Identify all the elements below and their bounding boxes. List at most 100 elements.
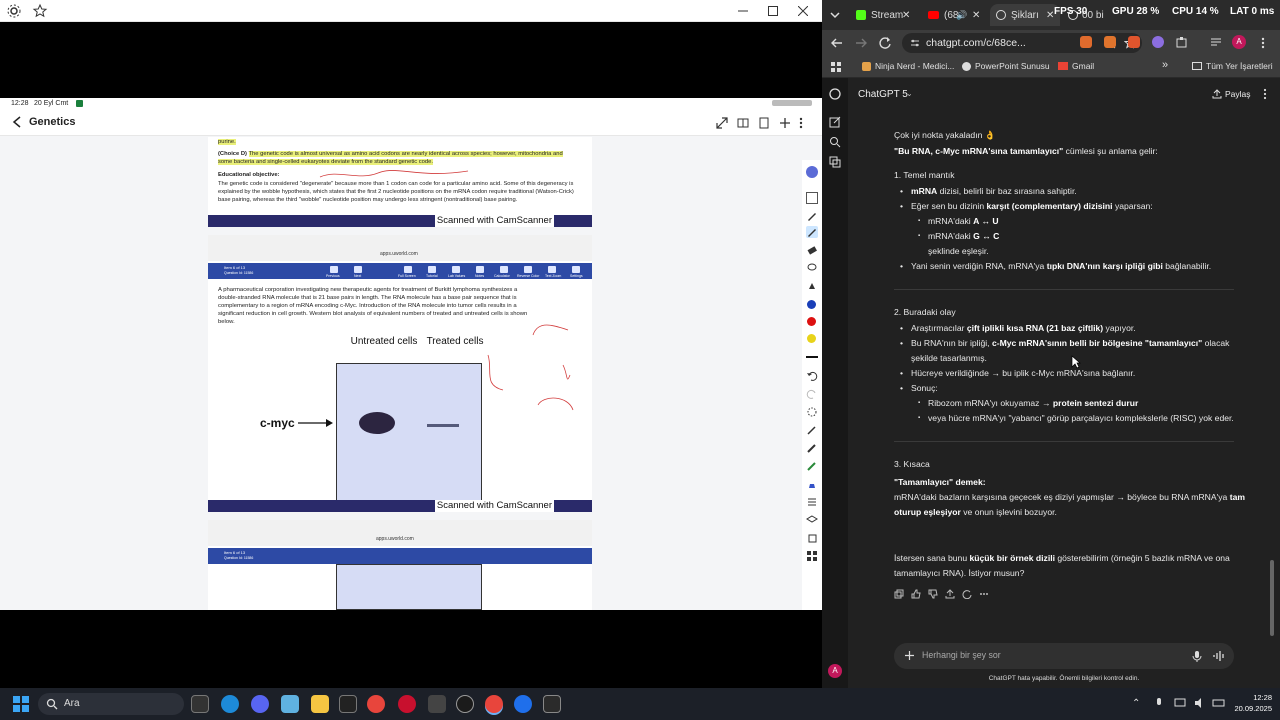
expand-icon[interactable] — [716, 117, 728, 129]
text-tool-icon[interactable] — [806, 424, 818, 436]
close-icon[interactable]: ✕ — [902, 10, 910, 21]
reload-icon[interactable] — [878, 36, 892, 50]
document-view[interactable]: purine. (Choice D) The genetic code is a… — [0, 137, 802, 610]
tab-search-chevron-icon[interactable] — [828, 8, 842, 22]
chevron-down-icon[interactable]: ⌄ — [906, 89, 913, 98]
bookmark-gmail[interactable]: Gmail — [1058, 61, 1094, 71]
thumbs-down-icon[interactable] — [928, 589, 938, 599]
excel-app-icon[interactable] — [339, 695, 357, 713]
extension-2-icon[interactable] — [1104, 36, 1116, 48]
file-explorer-icon[interactable] — [311, 695, 329, 713]
close-icon[interactable]: ✕ — [972, 10, 980, 21]
tab-youtube[interactable]: (68 🔊 ✕ — [922, 4, 986, 26]
user-avatar[interactable]: A — [828, 664, 842, 678]
gear-icon[interactable] — [6, 3, 22, 19]
add-icon[interactable] — [779, 117, 791, 129]
site-info-icon[interactable] — [910, 38, 920, 48]
message-composer[interactable]: Herhangi bir şey sor — [894, 643, 1234, 669]
app-2-icon[interactable] — [514, 695, 532, 713]
profile-avatar[interactable]: A — [1232, 35, 1246, 49]
more-horizontal-icon[interactable] — [979, 589, 989, 599]
color-red-swatch[interactable] — [807, 317, 816, 326]
tray-volume-icon[interactable] — [1194, 697, 1208, 709]
maximize-button[interactable] — [758, 2, 788, 20]
lasso-select-icon[interactable] — [806, 406, 818, 418]
layers-icon[interactable] — [806, 514, 818, 526]
color-blue-swatch[interactable] — [807, 300, 816, 309]
thumbs-up-icon[interactable] — [911, 589, 921, 599]
calculator-icon[interactable] — [500, 266, 508, 273]
more-vertical-icon[interactable] — [1260, 36, 1266, 50]
taskbar-clock[interactable]: 12:28 20.09.2025 — [1234, 692, 1272, 714]
tutorial-icon[interactable] — [428, 266, 436, 273]
chevron-right-icon[interactable]: » — [1162, 59, 1168, 71]
tray-chevron-icon[interactable]: ⌃ — [1132, 698, 1140, 709]
windows-start-icon[interactable] — [13, 696, 29, 712]
text-zoom-icon[interactable] — [548, 266, 556, 273]
share-icon[interactable] — [1212, 89, 1222, 99]
task-view-icon[interactable] — [191, 695, 209, 713]
notes-icon[interactable] — [476, 266, 484, 273]
bookmark-powerpoint[interactable]: PowerPoint Sunusu — [962, 61, 1050, 71]
eraser-icon[interactable] — [806, 244, 818, 256]
marker-icon[interactable] — [806, 442, 818, 454]
composer-input[interactable]: Herhangi bir şey sor — [922, 650, 1001, 660]
openai-logo-icon[interactable] — [829, 88, 841, 100]
model-selector[interactable]: ChatGPT 5 — [858, 89, 908, 100]
pen-tool-icon[interactable] — [806, 166, 818, 178]
page-icon[interactable] — [758, 117, 770, 129]
green-pen-icon[interactable] — [806, 460, 818, 472]
redo-icon[interactable] — [806, 388, 818, 400]
lasso-icon[interactable] — [806, 262, 818, 274]
tab-stream[interactable]: Stream ✕ — [850, 4, 916, 26]
forward-icon[interactable] — [854, 36, 868, 50]
shape-icon[interactable] — [806, 280, 818, 292]
previous-icon[interactable] — [330, 266, 338, 273]
fullscreen-icon[interactable] — [404, 266, 412, 273]
more-horizontal-icon[interactable] — [1260, 88, 1270, 100]
color-yellow-swatch[interactable] — [807, 334, 816, 343]
next-icon[interactable] — [354, 266, 362, 273]
github-icon[interactable] — [456, 695, 474, 713]
tray-battery-icon[interactable] — [1212, 697, 1226, 709]
edge-icon[interactable] — [221, 695, 239, 713]
microphone-icon[interactable] — [1192, 650, 1202, 662]
reverse-color-icon[interactable] — [524, 266, 532, 273]
tray-network-icon[interactable] — [1174, 697, 1188, 709]
apps-grid-icon[interactable] — [830, 61, 842, 73]
settings-app-icon[interactable] — [281, 695, 299, 713]
taskbar-search[interactable]: Ara — [38, 693, 184, 715]
snipping-icon[interactable] — [543, 695, 561, 713]
discord-icon[interactable] — [251, 695, 269, 713]
tray-mic-icon[interactable] — [1154, 697, 1164, 710]
undo-icon[interactable] — [806, 370, 818, 382]
copy-icon[interactable] — [806, 532, 818, 544]
new-chat-icon[interactable] — [829, 116, 841, 128]
opera-icon[interactable] — [398, 695, 416, 713]
settings-icon[interactable] — [572, 266, 580, 273]
voice-mode-icon[interactable] — [1212, 649, 1226, 663]
copy-icon[interactable] — [894, 589, 904, 599]
speaker-icon[interactable]: 🔊 — [956, 10, 967, 21]
plus-icon[interactable] — [904, 650, 915, 661]
library-icon[interactable] — [829, 156, 841, 168]
stroke-width-icon[interactable] — [806, 356, 818, 358]
grid-icon[interactable] — [806, 550, 818, 562]
chrome-active-icon[interactable] — [485, 695, 503, 713]
search-icon[interactable] — [829, 136, 841, 148]
extension-3-icon[interactable] — [1128, 36, 1140, 48]
ruler-icon[interactable] — [806, 496, 818, 508]
keyboard-icon[interactable] — [806, 192, 818, 204]
more-vertical-icon[interactable] — [798, 116, 804, 130]
close-button[interactable] — [788, 2, 818, 20]
chrome-icon[interactable] — [367, 695, 385, 713]
regenerate-icon[interactable] — [962, 589, 972, 599]
highlighter-icon[interactable] — [806, 226, 818, 238]
reading-list-icon[interactable] — [1210, 36, 1222, 48]
chat-scrollbar[interactable] — [1270, 560, 1274, 636]
bookmark-ninja-nerd[interactable]: Ninja Nerd - Medici... — [862, 61, 954, 71]
extension-4-icon[interactable] — [1152, 36, 1164, 48]
book-icon[interactable] — [737, 117, 749, 129]
tab-chatgpt[interactable]: Şikları ✕ — [990, 4, 1060, 26]
lab-values-icon[interactable] — [452, 266, 460, 273]
